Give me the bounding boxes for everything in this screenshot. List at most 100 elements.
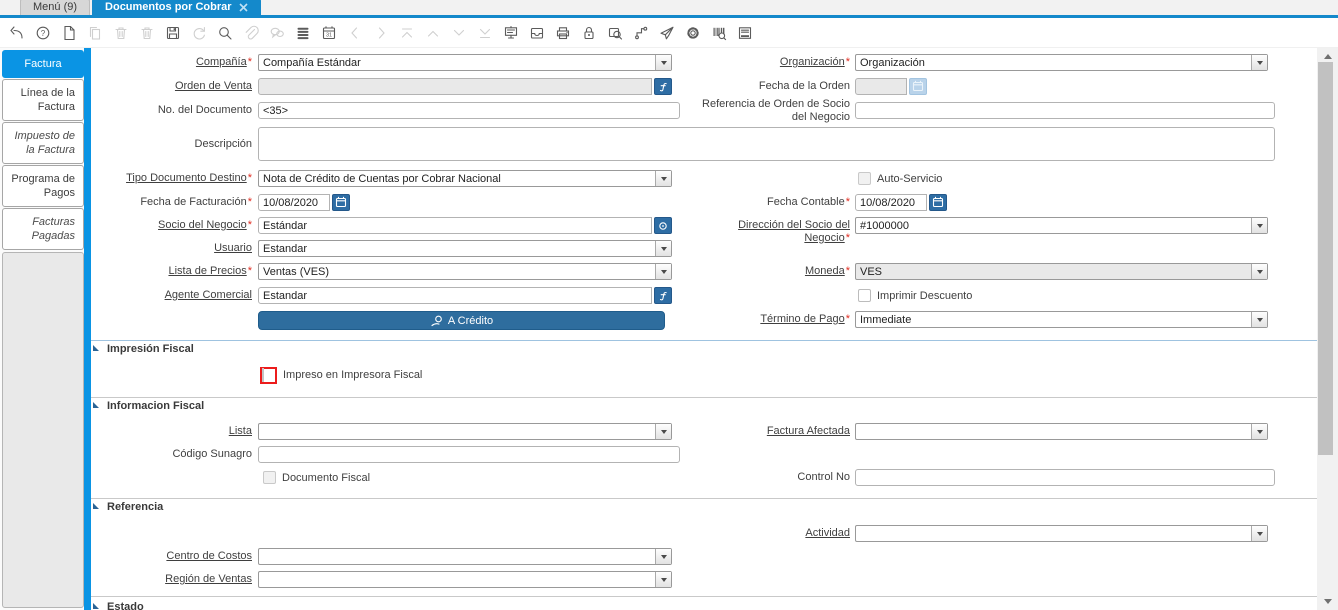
agente-comercial-input[interactable]: [258, 287, 652, 304]
organizacion-dropdown-button[interactable]: [1251, 55, 1267, 70]
centro-costos-input[interactable]: [259, 549, 655, 564]
tab-documentos-por-cobrar[interactable]: Documentos por Cobrar: [92, 0, 261, 15]
centro-costos-dropdown-button[interactable]: [655, 549, 671, 564]
no-documento-input[interactable]: [258, 102, 680, 119]
help-icon[interactable]: ?: [34, 24, 51, 41]
fecha-contable-input[interactable]: [855, 194, 927, 211]
archive-icon[interactable]: [528, 24, 545, 41]
calendar-requests-icon[interactable]: 31: [320, 24, 337, 41]
informacion-fiscal-title[interactable]: Informacion Fiscal: [107, 400, 204, 412]
collapse-triangle-icon[interactable]: [93, 503, 99, 509]
preferences-icon[interactable]: [684, 24, 701, 41]
fecha-facturacion-calendar-button[interactable]: [332, 194, 350, 211]
orden-venta-search-button[interactable]: [654, 78, 672, 95]
no-documento-label: No. del Documento: [157, 104, 252, 116]
sidebar-tab-factura[interactable]: Factura: [2, 50, 84, 78]
centro-costos-combobox[interactable]: [258, 548, 672, 565]
factura-afectada-combobox[interactable]: [855, 423, 1268, 440]
factura-afectada-dropdown-button[interactable]: [1251, 424, 1267, 439]
region-ventas-dropdown-button[interactable]: [655, 572, 671, 587]
tab-label: Documentos por Cobrar: [105, 1, 232, 13]
grid-toggle-icon[interactable]: [294, 24, 311, 41]
fecha-facturacion-input[interactable]: [258, 194, 330, 211]
lista-combobox[interactable]: [258, 423, 672, 440]
toolbar: ? 31: [0, 18, 1338, 48]
sidebar-tab-impuesto-factura[interactable]: Impuesto de la Factura: [2, 122, 84, 164]
new-record-icon[interactable]: [60, 24, 77, 41]
chevron-down-icon: [660, 61, 667, 68]
collapse-triangle-icon[interactable]: [93, 402, 99, 408]
a-credito-button[interactable]: A Crédito: [258, 311, 665, 330]
undo-icon[interactable]: [8, 24, 25, 41]
descripcion-textarea[interactable]: [258, 127, 1275, 161]
save-icon[interactable]: [164, 24, 181, 41]
sidebar-tab-programa-pagos[interactable]: Programa de Pagos: [2, 165, 84, 207]
organizacion-combobox[interactable]: [855, 54, 1268, 71]
direccion-socio-dropdown-button[interactable]: [1251, 218, 1267, 233]
compania-combobox[interactable]: [258, 54, 672, 71]
termino-pago-combobox[interactable]: [855, 311, 1268, 328]
impresion-fiscal-title[interactable]: Impresión Fiscal: [107, 343, 194, 355]
sidebar-tab-facturas-pagadas[interactable]: Facturas Pagadas: [2, 208, 84, 250]
tipo-documento-combobox[interactable]: [258, 170, 672, 187]
report-icon[interactable]: [502, 24, 519, 41]
direccion-socio-combobox[interactable]: [855, 217, 1268, 234]
compania-input[interactable]: [259, 55, 655, 70]
send-mail-icon[interactable]: [658, 24, 675, 41]
actividad-label: Actividad: [805, 527, 850, 539]
socio-negocio-search-button[interactable]: [654, 217, 672, 234]
lista-precios-combobox[interactable]: [258, 263, 672, 280]
region-ventas-combobox[interactable]: [258, 571, 672, 588]
impreso-impresora-fiscal-checkbox[interactable]: [262, 368, 264, 382]
active-tab-accent-strip: [84, 48, 91, 610]
termino-pago-dropdown-button[interactable]: [1251, 312, 1267, 327]
sidebar-tab-linea-factura[interactable]: Línea de la Factura: [2, 79, 84, 121]
zoom-across-icon[interactable]: [606, 24, 623, 41]
lista-precios-input[interactable]: [259, 264, 655, 279]
codigo-sunagro-input[interactable]: [258, 446, 680, 463]
scroll-down-button[interactable]: [1317, 595, 1338, 608]
usuario-input[interactable]: [259, 241, 655, 256]
lock-icon[interactable]: [580, 24, 597, 41]
up-record-icon: [424, 24, 441, 41]
tipo-documento-dropdown-button[interactable]: [655, 171, 671, 186]
actividad-dropdown-button[interactable]: [1251, 526, 1267, 541]
control-no-input[interactable]: [855, 469, 1275, 486]
print-preview-icon[interactable]: [736, 24, 753, 41]
vertical-scrollbar[interactable]: [1317, 48, 1338, 610]
region-ventas-input[interactable]: [259, 572, 655, 587]
termino-pago-input[interactable]: [856, 312, 1251, 327]
fecha-contable-calendar-button[interactable]: [929, 194, 947, 211]
section-separator: [91, 498, 1317, 499]
find-icon[interactable]: [216, 24, 233, 41]
agente-comercial-search-button[interactable]: [654, 287, 672, 304]
lista-dropdown-button[interactable]: [655, 424, 671, 439]
scrollbar-thumb[interactable]: [1318, 62, 1333, 455]
collapse-triangle-icon[interactable]: [93, 603, 99, 609]
parent-record-icon: [398, 24, 415, 41]
referencia-title[interactable]: Referencia: [107, 501, 163, 513]
usuario-dropdown-button[interactable]: [655, 241, 671, 256]
lista-label: Lista: [228, 425, 252, 437]
factura-afectada-input[interactable]: [856, 424, 1251, 439]
estado-title[interactable]: Estado: [107, 601, 144, 610]
product-info-icon[interactable]: [710, 24, 727, 41]
copy-record-icon: [86, 24, 103, 41]
direccion-socio-input[interactable]: [856, 218, 1251, 233]
print-icon[interactable]: [554, 24, 571, 41]
collapse-triangle-icon[interactable]: [93, 345, 99, 351]
actividad-combobox[interactable]: [855, 525, 1268, 542]
lista-input[interactable]: [259, 424, 655, 439]
actividad-input[interactable]: [856, 526, 1251, 541]
compania-dropdown-button[interactable]: [655, 55, 671, 70]
tab-menu[interactable]: Menú (9): [20, 0, 91, 15]
lista-precios-dropdown-button[interactable]: [655, 264, 671, 279]
imprimir-descuento-checkbox[interactable]: [858, 289, 871, 302]
tipo-documento-input[interactable]: [259, 171, 655, 186]
close-icon[interactable]: [238, 3, 248, 12]
socio-negocio-input[interactable]: [258, 217, 652, 234]
organizacion-input[interactable]: [856, 55, 1251, 70]
referencia-orden-input[interactable]: [855, 102, 1275, 119]
usuario-combobox[interactable]: [258, 240, 672, 257]
workflow-icon[interactable]: [632, 24, 649, 41]
